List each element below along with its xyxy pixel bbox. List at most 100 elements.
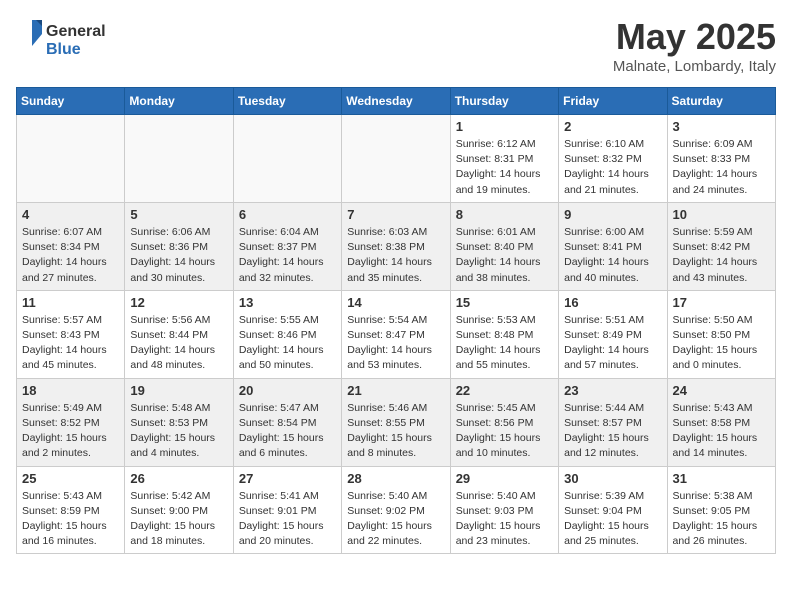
day-info: Sunrise: 6:12 AM Sunset: 8:31 PM Dayligh… xyxy=(456,137,553,198)
day-info: Sunrise: 5:41 AM Sunset: 9:01 PM Dayligh… xyxy=(239,489,336,550)
calendar-table: SundayMondayTuesdayWednesdayThursdayFrid… xyxy=(16,87,776,554)
calendar-cell: 8Sunrise: 6:01 AM Sunset: 8:40 PM Daylig… xyxy=(450,202,558,290)
calendar-cell: 23 Sunrise: 5:44 AM Sunset: 8:57 PM Dayli… xyxy=(559,378,667,466)
calendar-cell: 17Sunrise: 5:50 AM Sunset: 8:50 PM Dayli… xyxy=(667,290,775,378)
calendar-week-row: 1 Sunrise: 6:12 AM Sunset: 8:31 PM Daylig… xyxy=(17,115,776,203)
day-number: 5 xyxy=(130,207,227,222)
day-number: 25 xyxy=(22,471,119,486)
calendar-cell: 27 Sunrise: 5:41 AM Sunset: 9:01 PM Dayli… xyxy=(233,466,341,554)
calendar-cell: 2 Sunrise: 6:10 AM Sunset: 8:32 PM Daylig… xyxy=(559,115,667,203)
day-info: Sunrise: 6:04 AM Sunset: 8:37 PM Dayligh… xyxy=(239,225,336,286)
day-number: 21 xyxy=(347,383,444,398)
day-number: 22 xyxy=(456,383,553,398)
calendar-cell: 10Sunrise: 5:59 AM Sunset: 8:42 PM Dayli… xyxy=(667,202,775,290)
calendar-cell: 7 Sunrise: 6:03 AM Sunset: 8:38 PM Daylig… xyxy=(342,202,450,290)
day-number: 30 xyxy=(564,471,661,486)
day-number: 23 xyxy=(564,383,661,398)
day-info: Sunrise: 6:03 AM Sunset: 8:38 PM Dayligh… xyxy=(347,225,444,286)
day-info: Sunrise: 5:49 AM Sunset: 8:52 PM Dayligh… xyxy=(22,401,119,462)
calendar-cell xyxy=(342,115,450,203)
day-info: Sunrise: 5:44 AM Sunset: 8:57 PM Dayligh… xyxy=(564,401,661,462)
calendar-cell: 9 Sunrise: 6:00 AM Sunset: 8:41 PM Daylig… xyxy=(559,202,667,290)
day-info: Sunrise: 6:00 AM Sunset: 8:41 PM Dayligh… xyxy=(564,225,661,286)
calendar-week-row: 18 Sunrise: 5:49 AM Sunset: 8:52 PM Dayli… xyxy=(17,378,776,466)
day-number: 1 xyxy=(456,119,553,134)
page-header: General Blue May 2025 Malnate, Lombardy,… xyxy=(16,16,776,75)
calendar-cell: 19 Sunrise: 5:48 AM Sunset: 8:53 PM Dayli… xyxy=(125,378,233,466)
calendar-cell: 13Sunrise: 5:55 AM Sunset: 8:46 PM Dayli… xyxy=(233,290,341,378)
day-info: Sunrise: 5:47 AM Sunset: 8:54 PM Dayligh… xyxy=(239,401,336,462)
calendar-cell xyxy=(125,115,233,203)
day-info: Sunrise: 5:57 AM Sunset: 8:43 PM Dayligh… xyxy=(22,313,119,374)
calendar-cell: 21 Sunrise: 5:46 AM Sunset: 8:55 PM Dayli… xyxy=(342,378,450,466)
day-info: Sunrise: 6:10 AM Sunset: 8:32 PM Dayligh… xyxy=(564,137,661,198)
svg-text:Blue: Blue xyxy=(46,41,81,58)
location: Malnate, Lombardy, Italy xyxy=(613,58,776,75)
day-info: Sunrise: 5:43 AM Sunset: 8:59 PM Dayligh… xyxy=(22,489,119,550)
day-info: Sunrise: 5:40 AM Sunset: 9:02 PM Dayligh… xyxy=(347,489,444,550)
day-number: 3 xyxy=(673,119,770,134)
day-info: Sunrise: 5:53 AM Sunset: 8:48 PM Dayligh… xyxy=(456,313,553,374)
day-number: 16 xyxy=(564,295,661,310)
calendar-cell: 14 Sunrise: 5:54 AM Sunset: 8:47 PM Dayli… xyxy=(342,290,450,378)
weekday-header: Wednesday xyxy=(342,88,450,115)
calendar-cell: 20 Sunrise: 5:47 AM Sunset: 8:54 PM Dayli… xyxy=(233,378,341,466)
day-info: Sunrise: 5:38 AM Sunset: 9:05 PM Dayligh… xyxy=(673,489,770,550)
svg-text:General: General xyxy=(46,23,106,40)
logo-svg: General Blue xyxy=(16,16,116,60)
day-number: 4 xyxy=(22,207,119,222)
calendar-cell: 16 Sunrise: 5:51 AM Sunset: 8:49 PM Dayli… xyxy=(559,290,667,378)
calendar-cell: 24 Sunrise: 5:43 AM Sunset: 8:58 PM Dayli… xyxy=(667,378,775,466)
calendar-cell: 11Sunrise: 5:57 AM Sunset: 8:43 PM Dayli… xyxy=(17,290,125,378)
day-number: 7 xyxy=(347,207,444,222)
day-info: Sunrise: 6:09 AM Sunset: 8:33 PM Dayligh… xyxy=(673,137,770,198)
weekday-header: Monday xyxy=(125,88,233,115)
day-info: Sunrise: 5:46 AM Sunset: 8:55 PM Dayligh… xyxy=(347,401,444,462)
day-info: Sunrise: 5:43 AM Sunset: 8:58 PM Dayligh… xyxy=(673,401,770,462)
day-number: 29 xyxy=(456,471,553,486)
day-number: 24 xyxy=(673,383,770,398)
day-info: Sunrise: 5:56 AM Sunset: 8:44 PM Dayligh… xyxy=(130,313,227,374)
day-info: Sunrise: 5:55 AM Sunset: 8:46 PM Dayligh… xyxy=(239,313,336,374)
day-number: 19 xyxy=(130,383,227,398)
calendar-cell: 30Sunrise: 5:39 AM Sunset: 9:04 PM Dayli… xyxy=(559,466,667,554)
day-number: 9 xyxy=(564,207,661,222)
calendar-cell: 5 Sunrise: 6:06 AM Sunset: 8:36 PM Daylig… xyxy=(125,202,233,290)
calendar-cell: 29 Sunrise: 5:40 AM Sunset: 9:03 PM Dayli… xyxy=(450,466,558,554)
calendar-cell: 15 Sunrise: 5:53 AM Sunset: 8:48 PM Dayli… xyxy=(450,290,558,378)
day-number: 18 xyxy=(22,383,119,398)
calendar-cell xyxy=(17,115,125,203)
day-info: Sunrise: 5:51 AM Sunset: 8:49 PM Dayligh… xyxy=(564,313,661,374)
weekday-header: Tuesday xyxy=(233,88,341,115)
day-number: 15 xyxy=(456,295,553,310)
calendar-cell: 18 Sunrise: 5:49 AM Sunset: 8:52 PM Dayli… xyxy=(17,378,125,466)
day-info: Sunrise: 5:42 AM Sunset: 9:00 PM Dayligh… xyxy=(130,489,227,550)
logo: General Blue xyxy=(16,16,116,60)
day-info: Sunrise: 5:40 AM Sunset: 9:03 PM Dayligh… xyxy=(456,489,553,550)
day-info: Sunrise: 5:45 AM Sunset: 8:56 PM Dayligh… xyxy=(456,401,553,462)
calendar-cell: 3 Sunrise: 6:09 AM Sunset: 8:33 PM Daylig… xyxy=(667,115,775,203)
calendar-cell: 31Sunrise: 5:38 AM Sunset: 9:05 PM Dayli… xyxy=(667,466,775,554)
day-number: 26 xyxy=(130,471,227,486)
month-title: May 2025 xyxy=(613,16,776,58)
day-info: Sunrise: 6:06 AM Sunset: 8:36 PM Dayligh… xyxy=(130,225,227,286)
calendar-week-row: 25 Sunrise: 5:43 AM Sunset: 8:59 PM Dayli… xyxy=(17,466,776,554)
calendar-cell: 12 Sunrise: 5:56 AM Sunset: 8:44 PM Dayli… xyxy=(125,290,233,378)
day-number: 10 xyxy=(673,207,770,222)
weekday-header: Friday xyxy=(559,88,667,115)
calendar-cell: 28 Sunrise: 5:40 AM Sunset: 9:02 PM Dayli… xyxy=(342,466,450,554)
day-number: 20 xyxy=(239,383,336,398)
day-number: 28 xyxy=(347,471,444,486)
title-block: May 2025 Malnate, Lombardy, Italy xyxy=(613,16,776,75)
day-info: Sunrise: 5:48 AM Sunset: 8:53 PM Dayligh… xyxy=(130,401,227,462)
calendar-cell: 6Sunrise: 6:04 AM Sunset: 8:37 PM Daylig… xyxy=(233,202,341,290)
calendar-body: 1 Sunrise: 6:12 AM Sunset: 8:31 PM Daylig… xyxy=(17,115,776,554)
day-info: Sunrise: 5:54 AM Sunset: 8:47 PM Dayligh… xyxy=(347,313,444,374)
day-number: 8 xyxy=(456,207,553,222)
day-number: 27 xyxy=(239,471,336,486)
day-info: Sunrise: 5:50 AM Sunset: 8:50 PM Dayligh… xyxy=(673,313,770,374)
day-number: 2 xyxy=(564,119,661,134)
calendar-header-row: SundayMondayTuesdayWednesdayThursdayFrid… xyxy=(17,88,776,115)
day-number: 12 xyxy=(130,295,227,310)
day-number: 14 xyxy=(347,295,444,310)
